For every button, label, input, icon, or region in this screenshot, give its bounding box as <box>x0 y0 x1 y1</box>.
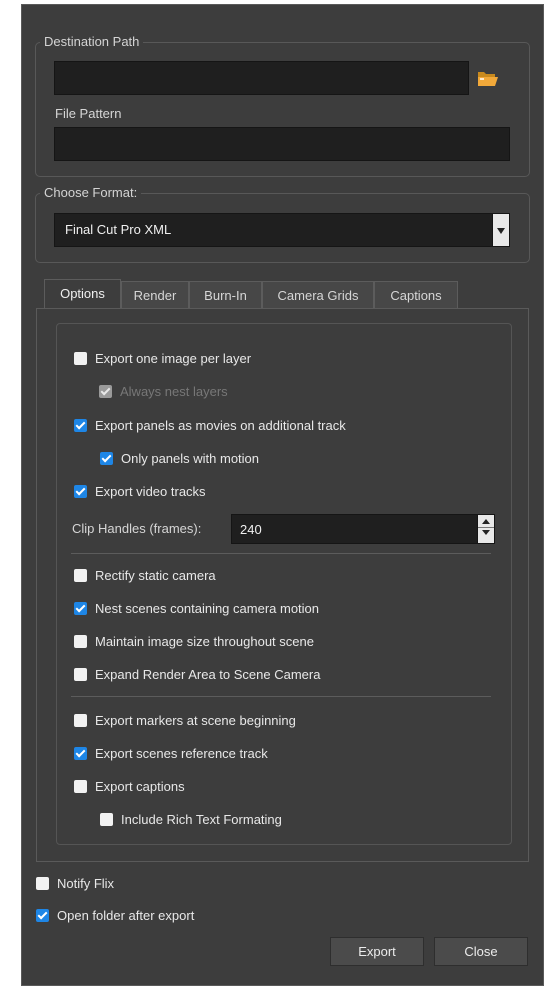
checkbox-notify-flix[interactable] <box>36 876 49 890</box>
clip-handles-label: Clip Handles (frames): <box>72 521 202 536</box>
spin-arrows-icon[interactable] <box>477 515 494 543</box>
export-dialog: Destination Path File Pattern Choose For… <box>21 4 544 986</box>
checkbox-expand-render-area[interactable] <box>74 667 87 681</box>
format-selected-value: Final Cut Pro XML <box>65 222 172 237</box>
checkbox-always-nest <box>99 384 112 398</box>
checkbox-export-markers[interactable] <box>74 713 87 727</box>
tab-options[interactable]: Options <box>44 279 121 309</box>
only-panels-motion-option[interactable]: Only panels with motion <box>100 449 259 467</box>
options-inner-box: Export one image per layer Always nest l… <box>56 323 512 845</box>
export-captions-option[interactable]: Export captions <box>74 777 185 795</box>
notify-flix-option[interactable]: Notify Flix <box>36 874 114 892</box>
choose-format-group: Choose Format: Final Cut Pro XML <box>35 184 530 263</box>
checkbox-include-rich-text[interactable] <box>100 812 113 826</box>
options-panel: Export one image per layer Always nest l… <box>36 308 529 862</box>
checkbox-export-one-image[interactable] <box>74 351 87 365</box>
file-pattern-input[interactable] <box>54 127 510 161</box>
clip-handles-value: 240 <box>240 522 262 537</box>
separator <box>71 696 491 697</box>
include-rich-text-option[interactable]: Include Rich Text Formating <box>100 810 282 828</box>
close-button[interactable]: Close <box>434 937 528 966</box>
checkbox-only-panels-motion[interactable] <box>100 451 113 465</box>
export-one-image-option[interactable]: Export one image per layer <box>74 349 251 367</box>
export-markers-option[interactable]: Export markers at scene beginning <box>74 711 296 729</box>
format-select[interactable]: Final Cut Pro XML <box>54 213 510 247</box>
always-nest-option: Always nest layers <box>99 382 228 400</box>
export-panels-movies-option[interactable]: Export panels as movies on additional tr… <box>74 416 346 434</box>
destination-path-group: Destination Path File Pattern <box>35 33 530 177</box>
folder-icon[interactable] <box>477 69 499 87</box>
export-button[interactable]: Export <box>330 937 424 966</box>
chevron-down-icon[interactable] <box>492 214 509 246</box>
tab-camera-grids[interactable]: Camera Grids <box>262 281 374 309</box>
separator <box>71 553 491 554</box>
checkbox-maintain-image-size[interactable] <box>74 634 87 648</box>
choose-format-title: Choose Format: <box>40 184 142 202</box>
file-pattern-label: File Pattern <box>55 106 122 121</box>
checkbox-open-folder[interactable] <box>36 908 49 922</box>
expand-render-area-option[interactable]: Expand Render Area to Scene Camera <box>74 665 320 683</box>
tab-captions[interactable]: Captions <box>374 281 458 309</box>
maintain-image-size-option[interactable]: Maintain image size throughout scene <box>74 632 314 650</box>
destination-path-input[interactable] <box>54 61 469 95</box>
nest-scenes-motion-option[interactable]: Nest scenes containing camera motion <box>74 599 319 617</box>
export-video-tracks-option[interactable]: Export video tracks <box>74 482 206 500</box>
clip-handles-spinbox[interactable]: 240 <box>231 514 495 544</box>
checkbox-rectify-static[interactable] <box>74 568 87 582</box>
open-folder-option[interactable]: Open folder after export <box>36 906 194 924</box>
export-scenes-ref-option[interactable]: Export scenes reference track <box>74 744 268 762</box>
rectify-static-option[interactable]: Rectify static camera <box>74 566 216 584</box>
checkbox-export-scenes-ref[interactable] <box>74 746 87 760</box>
tab-burn-in[interactable]: Burn-In <box>189 281 262 309</box>
tab-render[interactable]: Render <box>121 281 189 309</box>
checkbox-export-video-tracks[interactable] <box>74 484 87 498</box>
checkbox-nest-scenes-motion[interactable] <box>74 601 87 615</box>
checkbox-export-panels-movies[interactable] <box>74 418 87 432</box>
destination-path-title: Destination Path <box>40 33 144 51</box>
checkbox-export-captions[interactable] <box>74 779 87 793</box>
